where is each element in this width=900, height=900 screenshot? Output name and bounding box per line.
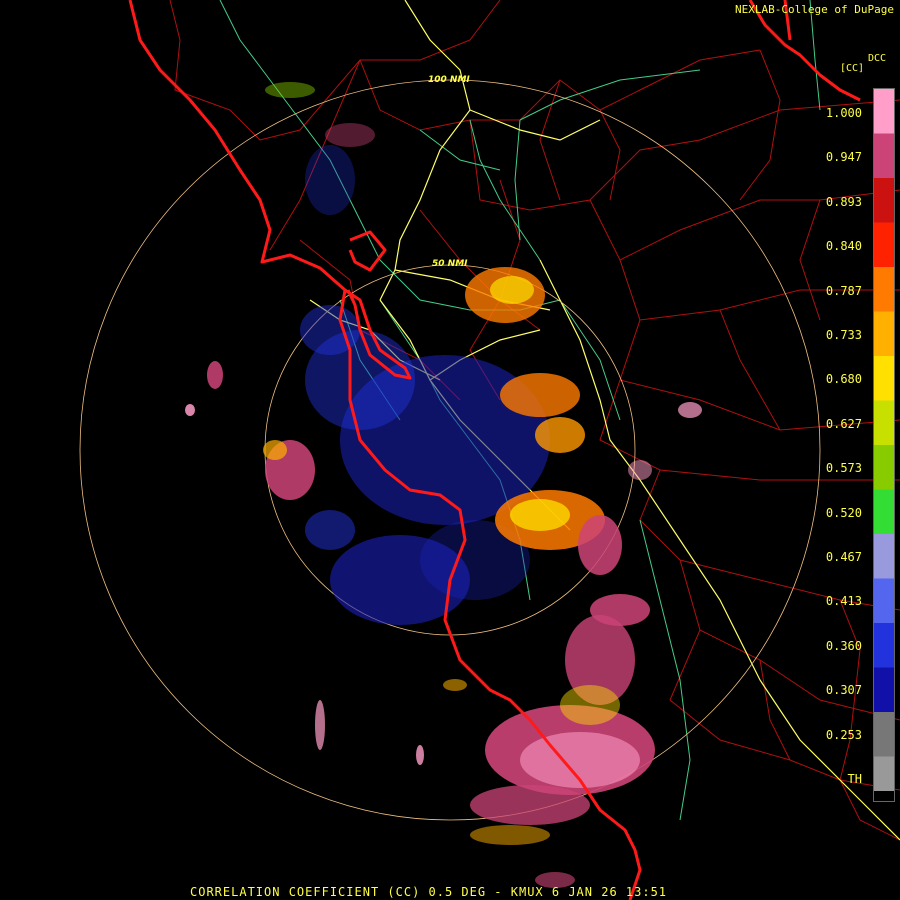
legend-tick-label: 0.253 [825, 727, 862, 742]
legend-tick-label: 0.307 [825, 683, 862, 698]
legend-tick-label: 0.947 [825, 150, 862, 165]
legend-threshold-swatch [874, 791, 894, 801]
product-field: [CC] [840, 63, 865, 74]
legend-color-bar [873, 88, 895, 802]
product-code: DCC [868, 53, 887, 64]
radar-returns [185, 82, 702, 888]
legend-tick-label: 0.360 [825, 638, 862, 653]
legend-tick-label: 0.733 [825, 328, 862, 342]
range-label-50: 50 NMI [432, 259, 468, 269]
footer-caption: CORRELATION COEFFICIENT (CC) 0.5 DEG - K… [190, 885, 668, 899]
credit-text: NEXLAB-College of DuPage [735, 3, 894, 16]
radar-screen: 100 NMI 50 NMI NEXLAB-College of DuPage … [0, 0, 900, 900]
range-label-100: 100 NMI [428, 75, 470, 85]
legend-tick-label: 0.680 [825, 372, 862, 387]
legend-tick-label: 0.573 [825, 461, 862, 476]
legend-tick-label: 0.467 [825, 550, 862, 564]
legend-tick-label: 0.520 [825, 505, 862, 520]
legend-tick-label: 0.627 [825, 416, 862, 431]
radar-map: 100 NMI 50 NMI [79, 0, 900, 900]
legend-tick-label: 0.840 [825, 239, 862, 254]
legend-tick-label: 0.893 [825, 194, 862, 209]
legend-tick-label: 0.787 [825, 283, 862, 298]
legend-tick-label: TH [847, 772, 862, 786]
legend-tick-label: 1.000 [825, 106, 862, 120]
legend-tick-label: 0.413 [825, 594, 862, 609]
